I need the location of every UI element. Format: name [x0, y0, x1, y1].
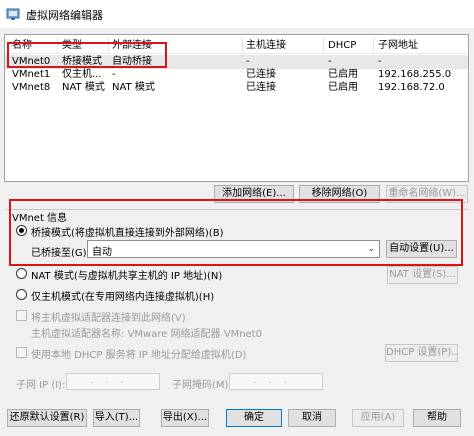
nat-mode-label[interactable]: NAT 模式(与虚拟机共享主机的 IP 地址)(N) — [31, 267, 222, 282]
column-header-subnet[interactable]: 子网地址 — [378, 39, 418, 53]
cell-dhcp: - — [328, 56, 332, 67]
restore-defaults-button[interactable]: 还原默认设置(R) — [7, 409, 87, 427]
cell-external: - — [112, 69, 116, 80]
ip-separators: ... — [90, 375, 136, 386]
adapter-name-label: 主机虚拟适配器名称: VMware 网络适配器 VMnet0 — [31, 329, 262, 340]
window-title: 虚拟网络编辑器 — [26, 9, 103, 22]
host-only-label[interactable]: 仅主机模式(在专用网络内连接虚拟机)(H) — [31, 288, 214, 303]
dhcp-label[interactable]: 使用本地 DHCP 服务将 IP 地址分配给虚拟机(D) — [31, 346, 246, 361]
cell-external: NAT 模式 — [112, 82, 155, 93]
subnet-ip-label: 子网 IP (I): — [16, 380, 66, 391]
column-divider — [373, 37, 374, 53]
cell-subnet: - — [378, 56, 382, 67]
network-editor-icon — [6, 8, 20, 20]
cell-name: VMnet1 — [12, 69, 51, 80]
cell-type: 仅主机... — [62, 69, 102, 80]
dhcp-checkbox[interactable] — [16, 347, 27, 358]
column-divider — [323, 37, 324, 53]
subnet-ip-input[interactable]: ... — [66, 373, 160, 390]
cell-dhcp: 已启用 — [328, 69, 358, 80]
cell-host: - — [246, 56, 250, 67]
subnet-mask-input[interactable]: ... — [229, 373, 323, 390]
cell-host: 已连接 — [246, 69, 276, 80]
title-bar: 虚拟网络编辑器 — [0, 0, 474, 28]
export-button[interactable]: 导出(X)... — [161, 409, 209, 427]
cell-name: VMnet8 — [12, 82, 51, 93]
cell-subnet: 192.168.72.0 — [378, 82, 445, 93]
nat-settings-button[interactable]: NAT 设置(S)... — [387, 266, 458, 284]
ok-button[interactable]: 确定 — [226, 409, 282, 427]
table-row-vmnet8[interactable]: VMnet8 NAT 模式 NAT 模式 已连接 已启用 192.168.72.… — [5, 81, 468, 95]
cell-type: NAT 模式 — [62, 82, 105, 93]
connect-adapter-checkbox[interactable] — [16, 310, 27, 321]
connect-adapter-label[interactable]: 将主机虚拟适配器连接到此网络(V) — [31, 309, 186, 324]
highlight-box-vmnet0 — [7, 42, 167, 68]
virtual-network-editor-window: 虚拟网络编辑器 名称 类型 外部连接 主机连接 DHCP 子网地址 VMnet0… — [0, 0, 474, 436]
host-only-radio[interactable] — [16, 289, 27, 300]
column-header-dhcp[interactable]: DHCP — [328, 39, 356, 53]
dhcp-settings-button[interactable]: DHCP 设置(P)... — [385, 344, 458, 362]
subnet-mask-label: 子网掩码(M): — [172, 380, 232, 391]
apply-button[interactable]: 应用(A) — [352, 409, 404, 427]
help-button[interactable]: 帮助 — [413, 409, 461, 427]
column-header-host[interactable]: 主机连接 — [246, 39, 286, 53]
cell-subnet: 192.168.255.0 — [378, 69, 452, 80]
highlight-box-bridged — [9, 199, 463, 266]
table-row-vmnet1[interactable]: VMnet1 仅主机... - 已连接 已启用 192.168.255.0 — [5, 68, 468, 82]
import-button[interactable]: 导入(T)... — [93, 409, 140, 427]
cancel-button[interactable]: 取消 — [288, 409, 336, 427]
mask-separators: ... — [253, 375, 299, 386]
cell-dhcp: 已启用 — [328, 82, 358, 93]
cell-host: 已连接 — [246, 82, 276, 93]
column-divider — [242, 37, 243, 53]
nat-mode-radio[interactable] — [16, 268, 27, 279]
